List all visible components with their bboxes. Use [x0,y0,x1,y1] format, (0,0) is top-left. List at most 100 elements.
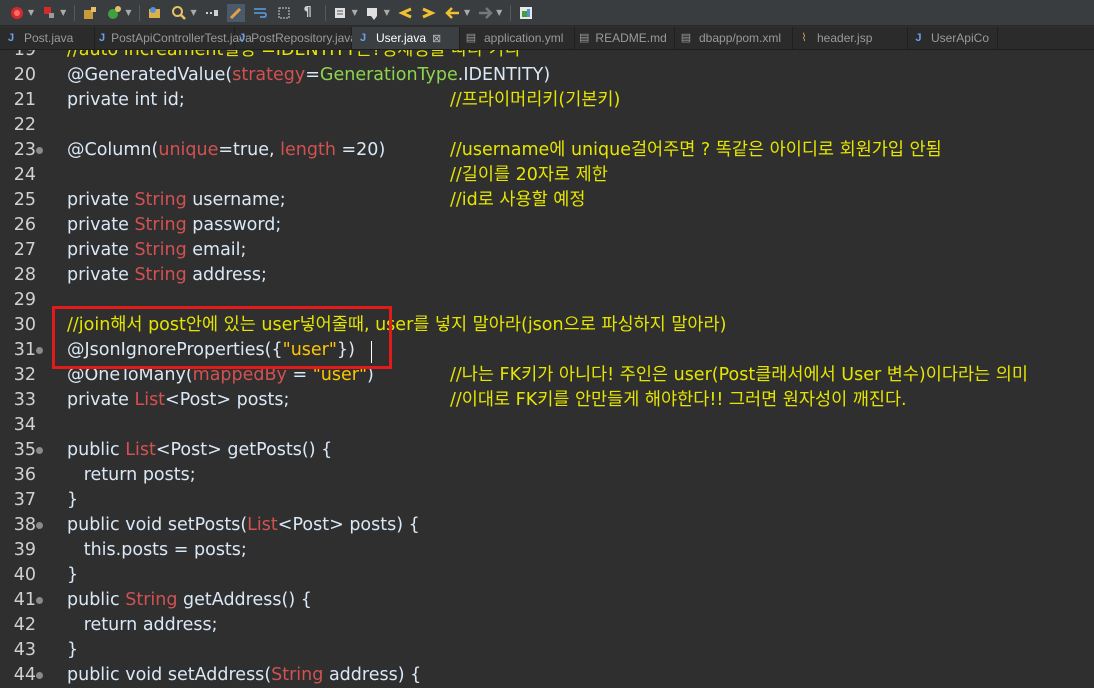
code-text: } [67,640,79,660]
chevron-down-icon[interactable]: ▼ [60,8,66,17]
tab-user-java[interactable]: J User.java ⊠ [352,27,460,49]
code-text: //join해서 post안에 있는 user넣어줄때, user를 넣지 말아… [67,315,727,335]
code-text: } [67,490,79,510]
line-number: 26 [13,215,36,235]
line-number: 32 [13,365,36,385]
fold-marker-icon[interactable] [36,522,43,529]
code-line[interactable]: 33 private List<Post> posts; //이대로 FK키를 안만… [0,388,1094,413]
code-line[interactable]: 36 return posts; [0,463,1094,488]
new-package-icon[interactable] [81,4,99,22]
code-line[interactable]: 34 [0,413,1094,438]
next-annotation-icon[interactable] [364,4,382,22]
inline-comment: //나는 FK키가 아니다! 주인은 user(Post클래서에서 User 변… [450,365,1028,385]
tab-postrepository-java[interactable]: J PostRepository.java [235,27,357,49]
highlight-icon[interactable] [226,3,245,22]
code-line[interactable]: 27 private String email; [0,238,1094,263]
line-number: 23 [13,140,36,160]
fold-marker-icon[interactable] [36,597,43,604]
code-text: return posts; [83,465,196,485]
code-line[interactable]: 23 @Column(unique=true, length =20) //user… [0,138,1094,163]
code-lines: 19 //auto increament설정 =IDENTITY는?정세정을 따라… [0,50,1094,688]
inline-comment: //프라이머리키(기본키) [450,90,621,110]
code-line[interactable]: 26 private String password; [0,213,1094,238]
code-line[interactable]: 43} [0,638,1094,663]
fold-marker-icon[interactable] [36,347,43,354]
run-config-icon[interactable] [40,4,58,22]
next-edit-icon[interactable] [420,4,438,22]
block-select-icon[interactable] [275,4,293,22]
line-number: 44 [13,665,36,685]
code-text: private String email; [67,240,247,260]
chevron-down-icon[interactable]: ▼ [28,8,34,17]
chevron-down-icon[interactable]: ▼ [384,8,390,17]
fold-marker-icon[interactable] [36,147,43,154]
tab-header-jsp[interactable]: ⌇ header.jsp [793,27,908,49]
code-text: @OneToMany(mappedBy = "user") [67,365,374,385]
java-file-icon: J [915,32,922,44]
code-line[interactable]: 31 @JsonIgnoreProperties({"user"}) [0,338,1094,363]
code-line[interactable]: 28 private String address; [0,263,1094,288]
code-line[interactable]: 42 return address; [0,613,1094,638]
code-text: private int id; [67,90,185,110]
tab-postapicontrollertest-java[interactable]: J PostApiControllerTest.java [95,27,252,49]
prev-edit-icon[interactable] [396,4,414,22]
code-line[interactable]: 20 @GeneratedValue(strategy=GenerationTyp… [0,63,1094,88]
code-line[interactable]: 32 @OneToMany(mappedBy = "user") //나는 FK키가… [0,363,1094,388]
code-line[interactable]: 40} [0,563,1094,588]
code-line[interactable]: 22 [0,113,1094,138]
tab-label: application.yml [484,31,564,45]
code-line[interactable]: 37} [0,488,1094,513]
code-line[interactable]: 44 public void setAddress(String address)… [0,663,1094,688]
word-wrap-icon[interactable] [251,4,269,22]
line-number: 35 [13,440,36,460]
text-file-icon: ▤ [465,32,477,44]
ide-window: ▼ ▼ ▼ ▼ ¶ ▼ ▼ ▼ ▼ J Post.java J PostApiCont… [0,0,1094,688]
code-line[interactable]: 29 [0,288,1094,313]
code-line[interactable]: 25 private String username; //id로 사용할 예정 [0,188,1094,213]
search-icon[interactable] [170,4,188,22]
line-number: 24 [13,165,36,185]
perspective-icon[interactable] [517,4,535,22]
fold-marker-icon[interactable] [36,672,43,679]
tab-readme-md[interactable]: ▤ README.md [575,27,675,49]
chevron-down-icon[interactable]: ▼ [464,8,470,17]
code-line[interactable]: 38 public void setPosts(List<Post> posts)… [0,513,1094,538]
show-whitespace-icon[interactable]: ¶ [299,4,317,22]
code-line[interactable]: 39 this.posts = posts; [0,538,1094,563]
code-text: private List<Post> posts; [67,390,290,410]
line-number: 37 [13,490,36,510]
chevron-down-icon[interactable]: ▼ [190,8,196,17]
close-icon[interactable]: ⊠ [432,32,441,45]
fold-marker-icon[interactable] [36,447,43,454]
tab-userapico[interactable]: J UserApiCo [908,27,998,49]
open-type-icon[interactable] [146,4,164,22]
annotation-icon[interactable] [332,4,350,22]
code-line[interactable]: 35 public List<Post> getPosts() { [0,438,1094,463]
java-file-icon: J [7,32,15,44]
code-line[interactable]: 30 //join해서 post안에 있는 user넣어줄때, user를 넣지 … [0,313,1094,338]
chevron-down-icon[interactable]: ▼ [496,8,502,17]
code-text: private String username; [67,190,286,210]
code-line[interactable]: 24 //길이를 20자로 제한 [0,163,1094,188]
chevron-down-icon[interactable]: ▼ [125,8,131,17]
debug-icon[interactable] [8,4,26,22]
tab-label: Post.java [24,31,74,45]
toolbar-separator [324,4,326,21]
line-number: 30 [13,315,36,335]
code-line[interactable]: 41 public String getAddress() { [0,588,1094,613]
tab-dbapp-pom-xml[interactable]: ▤ dbapp/pom.xml [675,27,793,49]
line-number: 41 [13,590,36,610]
tab-post-java[interactable]: J Post.java [0,27,95,49]
code-line[interactable]: 21 private int id; //프라이머리키(기본키) [0,88,1094,113]
toolbar-separator [74,4,76,21]
back-icon[interactable] [444,4,462,22]
code-editor[interactable]: 19 //auto increament설정 =IDENTITY는?정세정을 따라… [0,50,1094,688]
forward-icon[interactable] [476,4,494,22]
chevron-down-icon[interactable]: ▼ [352,8,358,17]
text-file-icon: ▤ [579,32,590,44]
tab-application-yml[interactable]: ▤ application.yml [460,27,575,49]
line-number: 28 [13,265,36,285]
toggle-mark-icon[interactable] [203,4,221,22]
new-class-icon[interactable] [105,4,123,22]
code-line[interactable]: 19 //auto increament설정 =IDENTITY는?정세정을 따라… [0,50,1094,63]
